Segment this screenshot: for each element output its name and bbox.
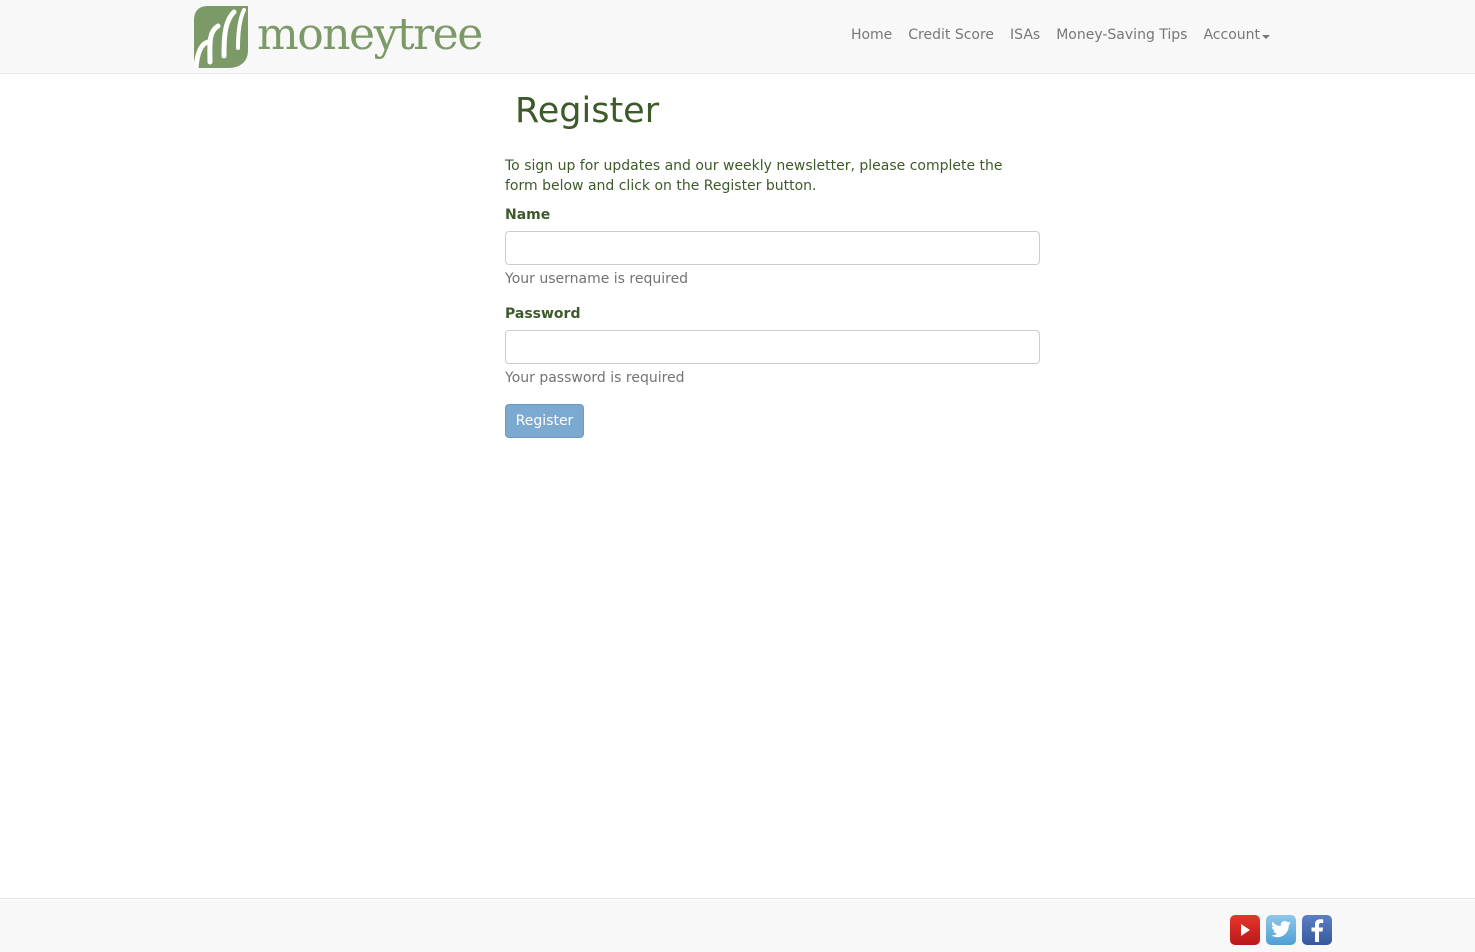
intro-text: To sign up for updates and our weekly ne… [505,158,1003,194]
nav-credit-score[interactable]: Credit Score [908,27,994,43]
name-label: Name [505,207,551,223]
twitter-link[interactable] [1266,915,1296,945]
password-input[interactable] [505,330,1040,364]
brand-logo-link[interactable]: moneytree [194,6,483,68]
password-label: Password [505,306,581,322]
navbar: moneytree Home Credit Score ISAs Money-S… [0,0,1475,74]
nav-account-label: Account [1203,27,1260,43]
brand-name: moneytree [257,9,483,60]
page-title: Register [515,91,660,131]
password-help-text: Your password is required [505,370,685,386]
youtube-icon [1241,924,1250,936]
moneytree-logo-icon [194,6,248,68]
main-nav: Home Credit Score ISAs Money-Saving Tips… [835,24,1270,43]
nav-isas[interactable]: ISAs [1010,27,1040,43]
nav-money-saving-tips[interactable]: Money-Saving Tips [1056,27,1187,43]
youtube-link[interactable] [1230,915,1260,945]
nav-account-dropdown[interactable]: Account [1203,27,1270,43]
name-help-text: Your username is required [505,271,689,287]
register-button[interactable]: Register [505,404,584,438]
nav-home[interactable]: Home [851,27,892,43]
twitter-icon [1271,921,1291,938]
footer [0,898,1475,952]
name-input[interactable] [505,231,1040,265]
facebook-link[interactable] [1302,915,1332,945]
facebook-icon [1311,919,1324,942]
caret-down-icon [1262,34,1270,39]
